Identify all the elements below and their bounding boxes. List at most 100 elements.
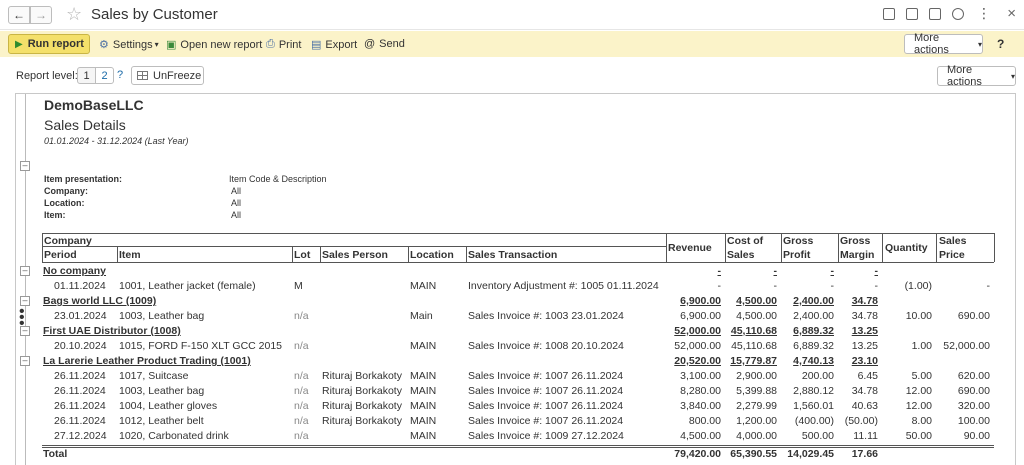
column-header-location: Location — [410, 249, 454, 261]
row-lot: n/a — [294, 370, 309, 382]
column-header-cost-of-sales-2: Sales — [727, 249, 755, 261]
row-period: 23.01.2024 — [54, 310, 107, 322]
forward-button[interactable]: → — [30, 6, 52, 24]
row-sales-transaction: Sales Invoice #: 1007 26.11.2024 — [468, 385, 624, 397]
row-quantity: 12.00 — [905, 400, 932, 412]
preview-icon[interactable] — [929, 8, 941, 20]
row-revenue: 6,900.00 — [680, 310, 721, 322]
column-header-revenue: Revenue — [668, 242, 712, 254]
row-item: 1017, Suitcase — [119, 370, 189, 382]
group-total-profit: 2,400.00 — [793, 295, 834, 307]
outline-line — [25, 94, 26, 465]
printer-icon: ⎙ — [266, 38, 275, 50]
column-header-gross-margin-2: Margin — [840, 249, 875, 261]
group-total-revenue: - — [717, 265, 722, 277]
chevron-down-icon: ▾ — [977, 39, 982, 49]
save-icon[interactable] — [883, 8, 895, 20]
close-icon[interactable]: × — [1007, 5, 1016, 22]
row-quantity: 1.00 — [911, 340, 932, 352]
row-sales-person: Rituraj Borkakoty — [322, 370, 402, 382]
row-revenue: 4,500.00 — [680, 430, 721, 442]
total-label: Total — [43, 448, 68, 460]
column-header-quantity: Quantity — [885, 242, 928, 254]
row-sales-price: 620.00 — [957, 370, 990, 382]
param-label: Company: — [44, 186, 89, 196]
row-cost-of-sales: 4,500.00 — [736, 310, 777, 322]
help-button[interactable]: ? — [997, 37, 1004, 51]
group-total-margin: 34.78 — [851, 295, 878, 307]
row-location: MAIN — [410, 430, 437, 442]
more-actions-button[interactable]: More actions ▾ — [904, 32, 983, 56]
row-revenue: - — [717, 280, 722, 292]
settings-icon: ⚙ — [99, 39, 109, 51]
kebab-menu-icon[interactable]: ⋮ — [977, 5, 991, 22]
param-value: All — [231, 198, 242, 208]
param-value: Item Code & Description — [229, 174, 327, 184]
export-button[interactable]: ▤ Export — [311, 38, 357, 52]
row-lot: n/a — [294, 340, 309, 352]
row-gross-margin: 40.63 — [851, 400, 878, 412]
collapse-group-icon[interactable]: – — [20, 266, 30, 276]
row-sales-price: 100.00 — [957, 415, 990, 427]
back-button[interactable]: ← — [8, 6, 30, 24]
favorite-star-icon[interactable]: ☆ — [66, 4, 82, 24]
collapse-group-icon[interactable]: – — [20, 356, 30, 366]
param-value: All — [231, 210, 242, 220]
collapse-group-icon[interactable]: – — [20, 326, 30, 336]
row-sales-price: 690.00 — [957, 310, 990, 322]
grid-icon — [137, 71, 148, 80]
row-quantity: 5.00 — [911, 370, 932, 382]
row-gross-profit: (400.00) — [794, 415, 834, 427]
column-divider — [320, 246, 321, 262]
run-report-button[interactable]: ▶ Run report — [8, 34, 90, 54]
row-cost-of-sales: 2,900.00 — [736, 370, 777, 382]
row-quantity: 8.00 — [911, 415, 932, 427]
report-more-actions-button[interactable]: More actions ▾ — [937, 64, 1016, 88]
row-location: MAIN — [410, 415, 437, 427]
row-period: 20.10.2024 — [54, 340, 107, 352]
column-header-gross-margin-1: Gross — [840, 235, 871, 247]
column-divider — [781, 233, 782, 262]
group-total-cost: 45,110.68 — [730, 325, 777, 337]
column-divider — [466, 246, 467, 262]
send-button[interactable]: @ Send — [364, 38, 405, 50]
title-bar: ← → ☆ Sales by Customer ⋮ × — [0, 0, 1024, 30]
table-header-bottom-border — [42, 262, 994, 263]
open-new-report-button[interactable]: ▣ Open new report — [166, 38, 263, 52]
row-period: 26.11.2024 — [54, 370, 106, 382]
unfreeze-button[interactable]: UnFreeze — [131, 66, 204, 85]
level-help-icon[interactable]: ? — [117, 69, 123, 81]
report-level-2-button[interactable]: 2 — [95, 67, 114, 84]
row-revenue: 3,840.00 — [680, 400, 721, 412]
print-label: Print — [278, 38, 302, 51]
row-sales-price: 52,000.00 — [943, 340, 990, 352]
row-cost-of-sales: 2,279.99 — [736, 400, 777, 412]
more-actions-label: More actions — [914, 32, 949, 56]
row-item: 1003, Leather bag — [119, 310, 205, 322]
report-level-1-button[interactable]: 1 — [77, 67, 96, 84]
column-header-lot: Lot — [294, 249, 311, 261]
row-lot: n/a — [294, 310, 309, 322]
link-icon[interactable] — [952, 8, 964, 20]
row-cost-of-sales: 45,110.68 — [731, 340, 777, 352]
print-icon[interactable] — [906, 8, 918, 20]
column-header-cost-of-sales-1: Cost of — [727, 235, 764, 247]
group-total-profit: - — [830, 265, 835, 277]
report-area[interactable]: DemoBaseLLC Sales Details 01.01.2024 - 3… — [15, 93, 1016, 465]
settings-button[interactable]: ⚙ Settings ▾ — [99, 38, 159, 52]
column-header-item: Item — [119, 249, 141, 261]
column-header-sales-transaction: Sales Transaction — [468, 249, 558, 261]
collapse-params-icon[interactable]: – — [20, 161, 30, 171]
table-header-top-border — [42, 233, 994, 234]
column-header-sales-person: Sales Person — [322, 249, 388, 261]
row-revenue: 8,280.00 — [680, 385, 721, 397]
print-button[interactable]: ⎙ Print — [266, 38, 301, 51]
collapse-group-icon[interactable]: – — [20, 296, 30, 306]
chevron-down-icon: ▾ — [154, 40, 159, 49]
column-header-company: Company — [44, 235, 92, 247]
open-new-report-label: Open new report — [180, 38, 263, 51]
column-divider — [882, 233, 883, 262]
row-sales-price: 90.00 — [963, 430, 990, 442]
column-divider — [936, 233, 937, 262]
row-gross-margin: - — [874, 280, 879, 292]
